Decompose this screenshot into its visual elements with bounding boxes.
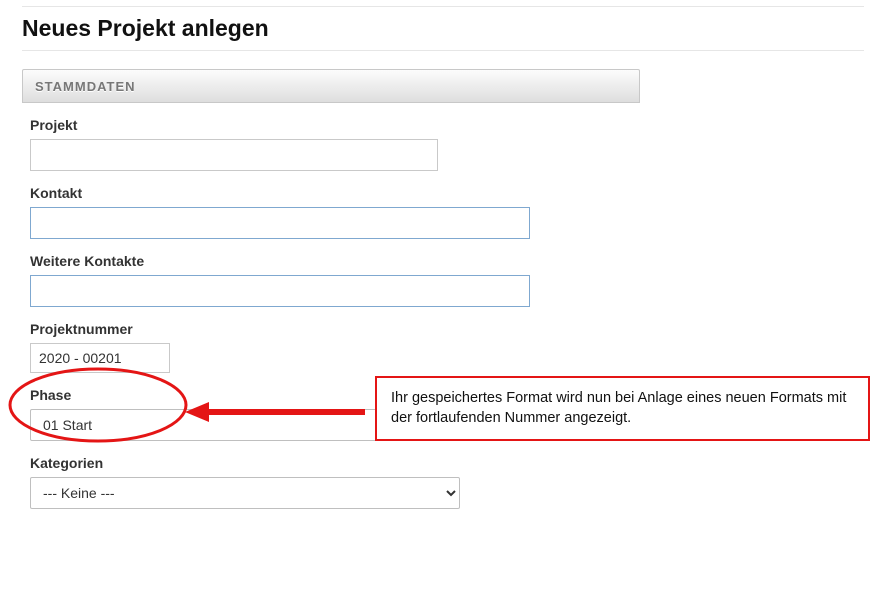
label-weitere-kontakte: Weitere Kontakte bbox=[30, 253, 632, 269]
input-projekt[interactable] bbox=[30, 139, 438, 171]
input-weitere-kontakte[interactable] bbox=[30, 275, 530, 307]
field-weitere-kontakte: Weitere Kontakte bbox=[30, 253, 632, 307]
field-kontakt: Kontakt bbox=[30, 185, 632, 239]
label-kategorien: Kategorien bbox=[30, 455, 632, 471]
label-projekt: Projekt bbox=[30, 117, 632, 133]
label-projektnummer: Projektnummer bbox=[30, 321, 632, 337]
form-stammdaten: STAMMDATEN Projekt Kontakt Weitere Konta… bbox=[22, 69, 640, 509]
page-title: Neues Projekt anlegen bbox=[22, 6, 864, 51]
input-projektnummer[interactable] bbox=[30, 343, 170, 373]
field-kategorien: Kategorien --- Keine --- bbox=[30, 455, 632, 509]
field-projekt: Projekt bbox=[30, 117, 632, 171]
annotation-callout: Ihr gespeichertes Format wird nun bei An… bbox=[375, 376, 870, 441]
section-header-stammdaten: STAMMDATEN bbox=[22, 69, 640, 103]
select-kategorien[interactable]: --- Keine --- bbox=[30, 477, 460, 509]
input-kontakt[interactable] bbox=[30, 207, 530, 239]
field-projektnummer: Projektnummer bbox=[30, 321, 632, 373]
label-kontakt: Kontakt bbox=[30, 185, 632, 201]
